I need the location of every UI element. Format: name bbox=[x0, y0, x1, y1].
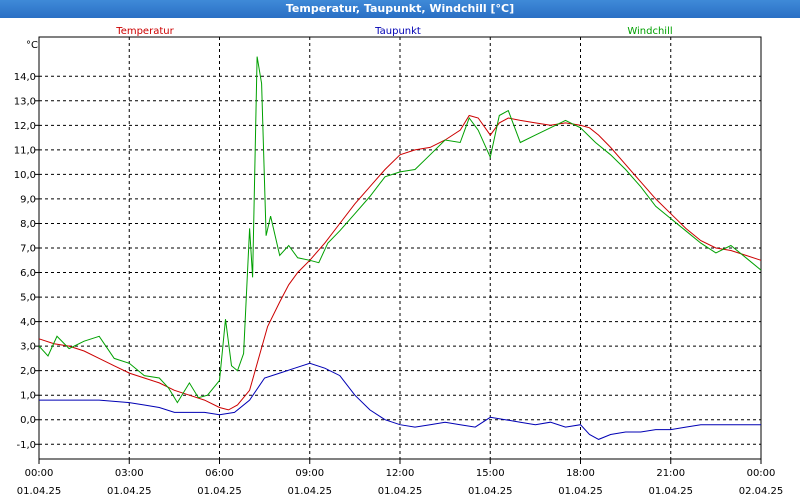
x-tick-time-label: 21:00 bbox=[656, 468, 685, 479]
y-axis: -1,0 0,0 1,0 2,0 3,0 4,0 5,0 6,0 7,0 8,0 9,0 10,0 11… bbox=[14, 72, 39, 451]
x-tick-date-label: 02.04.25 bbox=[739, 486, 784, 497]
x-tick-date-label: 01.04.25 bbox=[287, 486, 332, 497]
legend-item-windchill: Windchill bbox=[627, 26, 672, 37]
x-tick-time-label: 15:00 bbox=[476, 468, 505, 479]
y-tick-label: 0,0 bbox=[20, 415, 36, 426]
x-tick-time-label: 06:00 bbox=[205, 468, 234, 479]
x-tick-date-label: 01.04.25 bbox=[648, 486, 693, 497]
x-tick-date-label: 01.04.25 bbox=[107, 486, 152, 497]
x-tick-date-label: 01.04.25 bbox=[378, 486, 423, 497]
y-axis-label: °C bbox=[26, 40, 38, 51]
window-title: Temperatur, Taupunkt, Windchill [°C] bbox=[0, 0, 800, 18]
legend-item-temperatur: Temperatur bbox=[115, 26, 174, 37]
line-chart: -1,0 0,0 1,0 2,0 3,0 4,0 5,0 6,0 7,0 8,0 9,0 10,0 11… bbox=[14, 26, 784, 497]
x-tick-date-label: 01.04.25 bbox=[468, 486, 513, 497]
x-tick-date-label: 01.04.25 bbox=[197, 486, 242, 497]
y-tick-label: 4,0 bbox=[20, 317, 36, 328]
y-tick-label: 7,0 bbox=[20, 244, 36, 255]
y-tick-label: 14,0 bbox=[14, 72, 36, 83]
x-tick-date-label: 01.04.25 bbox=[17, 486, 62, 497]
y-tick-label: 5,0 bbox=[20, 293, 36, 304]
y-tick-label: 13,0 bbox=[14, 96, 36, 107]
y-tick-label: 2,0 bbox=[20, 366, 36, 377]
x-tick-time-label: 03:00 bbox=[115, 468, 144, 479]
y-tick-label: 3,0 bbox=[20, 342, 36, 353]
y-tick-label: -1,0 bbox=[16, 440, 36, 451]
chart-window: Temperatur, Taupunkt, Windchill [°C] -1,… bbox=[0, 0, 800, 500]
y-tick-label: 12,0 bbox=[14, 121, 36, 132]
x-tick-time-label: 00:00 bbox=[25, 468, 54, 479]
legend-item-taupunkt: Taupunkt bbox=[374, 26, 421, 37]
x-tick-time-label: 18:00 bbox=[566, 468, 595, 479]
y-tick-label: 10,0 bbox=[14, 170, 36, 181]
x-tick-date-label: 01.04.25 bbox=[558, 486, 603, 497]
x-tick-time-label: 12:00 bbox=[386, 468, 415, 479]
x-tick-time-label: 09:00 bbox=[295, 468, 324, 479]
y-tick-label: 9,0 bbox=[20, 194, 36, 205]
y-tick-label: 6,0 bbox=[20, 268, 36, 279]
y-tick-label: 11,0 bbox=[14, 145, 36, 156]
x-axis: 00:00 01.04.25 03:00 01.04.25 06:00 01.04.25 0… bbox=[17, 459, 784, 497]
y-tick-label: 8,0 bbox=[20, 219, 36, 230]
y-tick-label: 1,0 bbox=[20, 391, 36, 402]
x-tick-time-label: 00:00 bbox=[747, 468, 776, 479]
legend: Temperatur Taupunkt Windchill bbox=[115, 26, 672, 37]
grid bbox=[39, 37, 761, 459]
